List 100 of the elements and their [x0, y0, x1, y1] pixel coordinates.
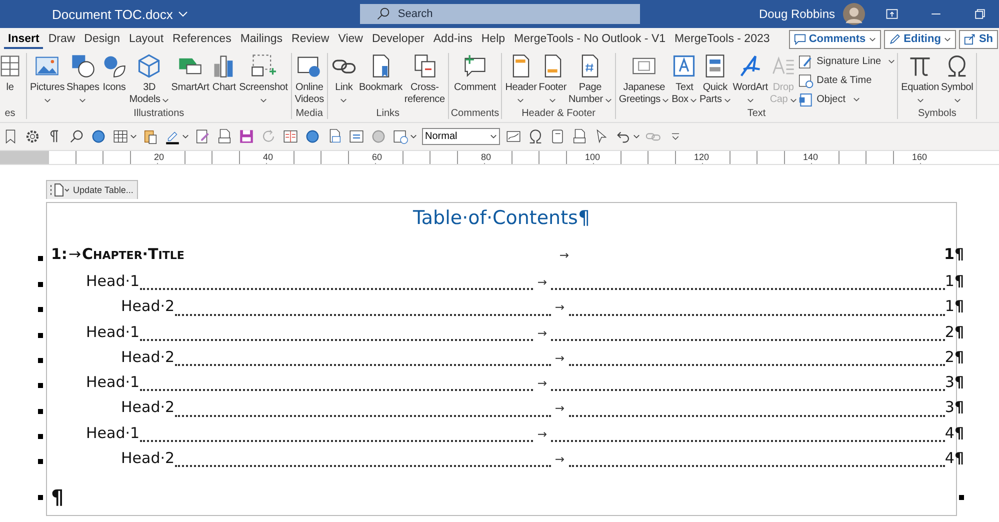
chart-button[interactable]: Chart: [210, 53, 238, 94]
note-icon[interactable]: [348, 128, 365, 144]
object-button[interactable]: Object: [798, 91, 896, 108]
page-number: 4¶: [944, 424, 964, 442]
print-document-icon[interactable]: [571, 128, 588, 144]
text-box-icon: [671, 53, 698, 79]
caret-icon[interactable]: [182, 134, 189, 138]
tab-arrow: →: [68, 245, 82, 263]
restore-icon[interactable]: [973, 7, 987, 21]
ruler[interactable]: 20 40 60 80 100 120 140 160: [0, 150, 999, 165]
share-icon: [964, 33, 976, 45]
link-button[interactable]: Link: [330, 53, 358, 103]
ribbon-tab[interactable]: Help: [477, 30, 510, 48]
caret-icon[interactable]: [633, 134, 640, 138]
greeting-card-button[interactable]: Japanese Greetings: [618, 53, 670, 106]
smartart-button[interactable]: SmartArt: [170, 53, 210, 94]
notebook-icon[interactable]: [549, 128, 566, 144]
style-dropdown[interactable]: Normal: [422, 128, 500, 144]
tab-arrow: →: [536, 274, 548, 291]
print-document-icon[interactable]: [216, 128, 233, 144]
shapes-button[interactable]: Shapes: [66, 53, 100, 103]
paragraph-mark-bullet: [38, 282, 43, 288]
wordart-button[interactable]: WordArt: [732, 53, 769, 103]
ruler-number: 100: [584, 151, 600, 163]
tab-arrow: →: [536, 375, 548, 392]
paragraph-mark-bullet: [38, 358, 43, 364]
icons-button[interactable]: Icons: [100, 53, 128, 94]
omega-button[interactable]: Symbol: [940, 53, 974, 103]
edit-document-icon[interactable]: [194, 128, 211, 144]
comment-button[interactable]: Comment: [453, 53, 497, 94]
content-control-tab[interactable]: Update Table...: [46, 180, 138, 199]
text-box-button[interactable]: Text Box: [670, 53, 698, 106]
ribbon-tab[interactable]: References: [168, 30, 236, 48]
header-button[interactable]: Header: [504, 53, 538, 103]
calendar-button[interactable]: Date & Time: [798, 72, 896, 89]
ribbon-tab[interactable]: Review: [288, 30, 334, 48]
tab-arrow: →: [554, 400, 566, 418]
ribbon-tab[interactable]: Draw: [44, 30, 80, 48]
bookmark-button[interactable]: Bookmark: [358, 53, 404, 94]
user-name[interactable]: Doug Robbins: [758, 7, 835, 21]
page-number: 4¶: [944, 449, 964, 468]
group-label: Links: [376, 108, 400, 119]
toc-title: Table·of·Contents¶: [412, 206, 592, 231]
screenshot-button[interactable]: Screenshot: [238, 53, 289, 103]
ribbon-tab[interactable]: View: [334, 30, 367, 48]
signature-button[interactable]: Signature Line: [798, 53, 896, 70]
caret-icon: [490, 134, 497, 138]
circle-icon[interactable]: [304, 128, 321, 144]
circle-icon[interactable]: [90, 128, 107, 144]
header-button[interactable]: Comments: [788, 30, 881, 48]
circle-icon[interactable]: [370, 128, 387, 144]
search-icon: [376, 7, 390, 21]
ribbon-tab[interactable]: MergeTools - No Outlook - V1: [510, 30, 670, 48]
save-icon[interactable]: [238, 128, 255, 144]
ribbon-tab[interactable]: MergeTools - 2023: [670, 30, 774, 48]
page-number: 1¶: [944, 297, 964, 316]
caret-icon[interactable]: [130, 134, 137, 138]
ruler-number: 120: [694, 151, 709, 163]
search-icon[interactable]: [68, 128, 85, 144]
cube-button[interactable]: 3D Models: [128, 53, 170, 106]
search-field[interactable]: Search: [360, 4, 640, 24]
omega-icon[interactable]: [527, 128, 544, 144]
footer-button[interactable]: Footer: [538, 53, 568, 103]
ruler-number: 60: [372, 151, 382, 163]
table-button[interactable]: le: [0, 53, 24, 94]
table-icon[interactable]: [112, 128, 129, 144]
ribbon-tab[interactable]: Mailings: [236, 30, 287, 48]
cross-reference-button[interactable]: Cross- reference: [403, 53, 446, 106]
paragraph-mark-bullet: [38, 256, 43, 261]
two-page-icon[interactable]: [282, 128, 299, 144]
group-label: Text: [747, 108, 766, 119]
ribbon-tab[interactable]: Design: [80, 30, 124, 48]
ribbon-tab[interactable]: Layout: [124, 30, 168, 48]
signature-icon: [798, 54, 814, 70]
header-button[interactable]: Editing: [884, 30, 956, 48]
header-button[interactable]: Sh: [958, 30, 998, 48]
chevron-icon[interactable]: [178, 11, 188, 17]
document-icon[interactable]: [49, 183, 69, 197]
video-button[interactable]: Online Videos: [294, 53, 325, 106]
ribbon-tab[interactable]: Developer: [368, 30, 428, 48]
page-number-button[interactable]: Page Number: [568, 53, 613, 106]
update-table-button[interactable]: Update Table...: [71, 185, 136, 195]
ribbon-display-icon[interactable]: [885, 7, 899, 21]
caret-icon[interactable]: [410, 134, 417, 138]
gear-icon[interactable]: [24, 128, 41, 144]
ribbon-tab[interactable]: Add-ins: [429, 30, 476, 48]
heading-entry: Head·1: [86, 322, 140, 341]
picture-button[interactable]: Pictures: [29, 53, 66, 103]
document-title[interactable]: Document TOC.docx: [52, 6, 173, 22]
avatar-icon[interactable]: [843, 3, 865, 25]
paragraph-mark-bullet: [38, 494, 43, 500]
shapes-icon: [70, 53, 96, 79]
clipboard-icon[interactable]: [142, 128, 159, 144]
paragraph-mark: ¶: [51, 485, 64, 510]
quick-parts-button[interactable]: Quick Parts: [698, 53, 732, 106]
caret-icon: [868, 36, 876, 42]
heading-entry: Head·2: [121, 398, 175, 416]
paragraph-mark-bullet: [38, 307, 43, 312]
pi-button[interactable]: Equation: [900, 53, 940, 103]
page-number: 2¶: [944, 322, 964, 341]
